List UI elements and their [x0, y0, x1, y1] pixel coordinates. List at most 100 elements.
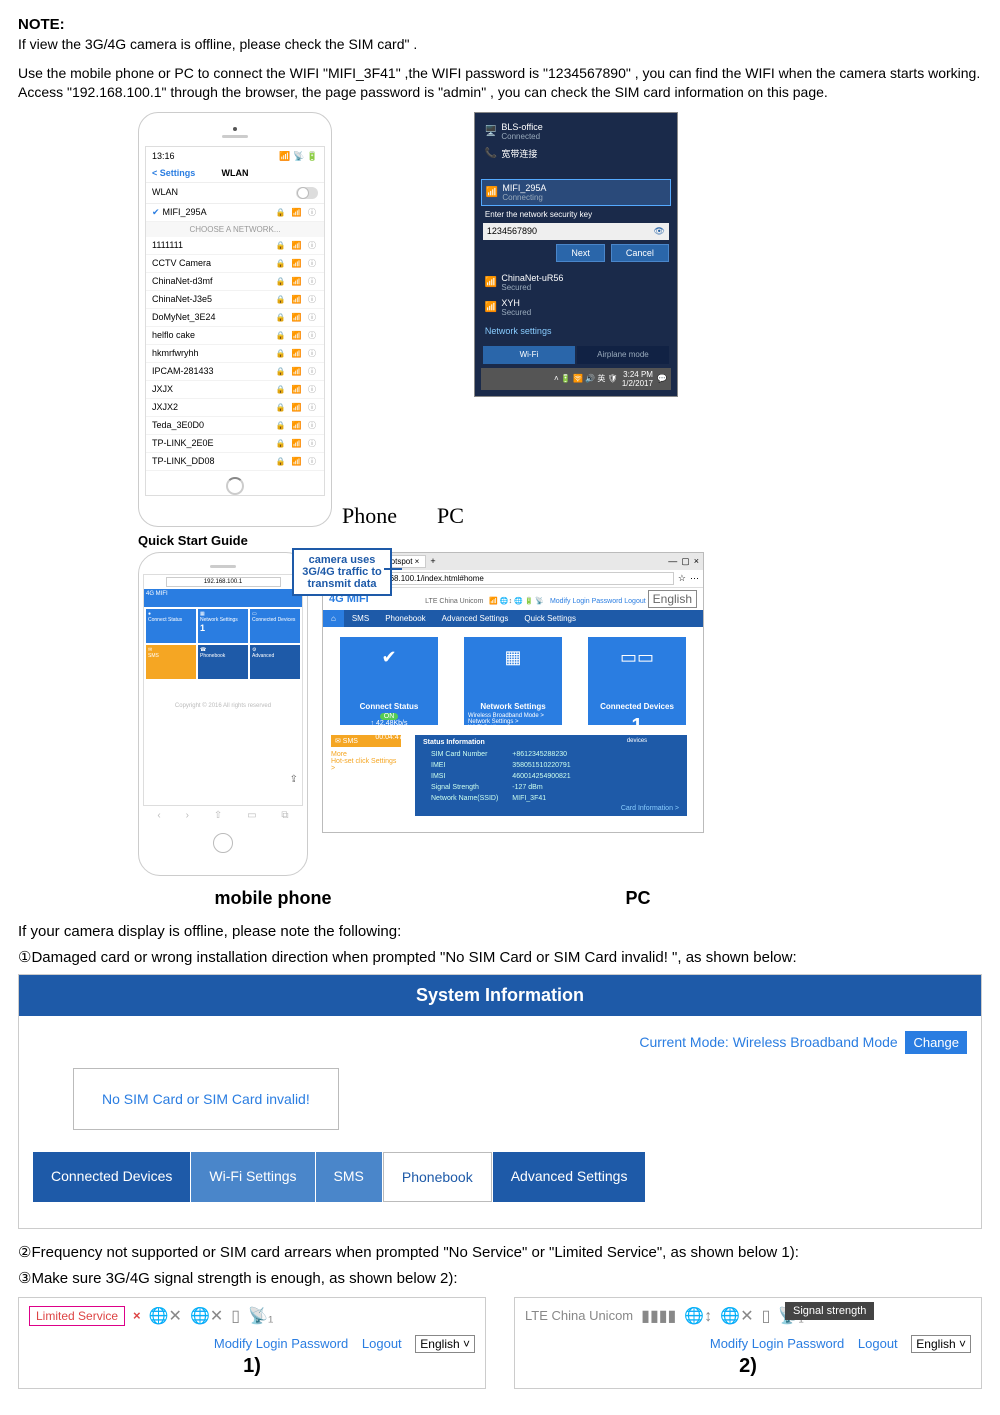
tab-sms[interactable]: SMS	[316, 1152, 382, 1202]
net-chinanet[interactable]: 📶 ChinaNet-uR56Secured	[481, 270, 671, 295]
share-icon[interactable]: ⇪	[290, 774, 298, 785]
url-input[interactable]: 192.168.100.1/index.html#home	[365, 572, 674, 585]
window-max[interactable]: ▢	[681, 556, 690, 567]
tab-quick[interactable]: Quick Settings	[516, 610, 584, 627]
cancel-button[interactable]: Cancel	[611, 244, 669, 262]
tab-home[interactable]: ⌂	[323, 610, 344, 627]
network-row[interactable]: ChinaNet-J3e5🔒 📶 ⓘ	[146, 291, 324, 309]
menu-icon[interactable]: ⋯	[690, 573, 699, 584]
battery-icon: ▯	[231, 1306, 240, 1326]
back-settings-link[interactable]: < Settings	[152, 168, 195, 178]
network-row[interactable]: Teda_3E0D0🔒 📶 ⓘ	[146, 417, 324, 435]
network-row[interactable]: CCTV Camera🔒 📶 ⓘ	[146, 255, 324, 273]
bookmarks-icon[interactable]: ▭	[247, 810, 256, 821]
share-icon[interactable]: ⇧	[214, 810, 222, 821]
tab-connected-devices[interactable]: Connected Devices	[33, 1152, 190, 1202]
bls-name: BLS-office	[501, 122, 542, 132]
tile-connect[interactable]: ●Connect Status	[146, 609, 196, 643]
sim-label: SIM Card Number	[425, 750, 504, 759]
tabs-icon[interactable]: ⧉	[281, 810, 288, 821]
tab-phonebook[interactable]: Phonebook	[383, 1152, 492, 1202]
c2-row-c[interactable]: Wi-Fi Settings >	[468, 725, 558, 731]
network-row[interactable]: 1111111🔒 📶 ⓘ	[146, 237, 324, 255]
network-row[interactable]: TP-LINK_2E0E🔒 📶 ⓘ	[146, 435, 324, 453]
intro-line-1: If view the 3G/4G camera is offline, ple…	[18, 35, 982, 54]
phone-mifi-header: 4G MIFI	[144, 589, 302, 599]
wifi-tile[interactable]: Wi-Fi	[483, 346, 575, 364]
sysinfo-tabs: Connected Devices Wi-Fi Settings SMS Pho…	[33, 1152, 967, 1202]
notifications-icon[interactable]: 💬	[657, 374, 667, 383]
lang-select[interactable]: English	[648, 590, 697, 608]
network-row[interactable]: DoMyNet_3E24🔒 📶 ⓘ	[146, 309, 324, 327]
modify-password-link[interactable]: Modify Login Password	[214, 1336, 348, 1351]
net-mifi[interactable]: 📶 MIFI_295AConnecting	[481, 179, 671, 206]
settings-icon: ▦	[468, 647, 558, 668]
star-icon[interactable]: ☆	[678, 573, 686, 584]
hotset-link[interactable]: Hot-set click Settings >	[331, 758, 401, 772]
airplane-tile[interactable]: Airplane mode	[577, 346, 669, 364]
card-network-settings[interactable]: ▦ Network Settings Wireless Broadband Mo…	[464, 637, 562, 725]
network-settings-link[interactable]: Network settings	[485, 326, 667, 336]
tile-sms[interactable]: ✉SMS	[146, 645, 196, 679]
note-heading: NOTE:	[18, 16, 982, 33]
tab-sms[interactable]: SMS	[344, 610, 377, 627]
bls-sub: Connected	[501, 132, 542, 141]
network-row[interactable]: hkmrfwryhh🔒 📶 ⓘ	[146, 345, 324, 363]
wlan-label: WLAN	[152, 187, 178, 199]
modify-pwd-link[interactable]: Modify Login Password	[550, 598, 622, 605]
lang-select[interactable]: English ˅	[911, 1335, 971, 1353]
card-info-link[interactable]: Card Information >	[423, 805, 679, 812]
logout-link[interactable]: Logout	[362, 1336, 402, 1351]
tile-devices[interactable]: ▭Connected Devices	[250, 609, 300, 643]
back-icon[interactable]: ‹	[157, 810, 160, 821]
more-link[interactable]: More	[331, 751, 401, 758]
reveal-icon[interactable]: 👁	[653, 226, 664, 237]
no-signal-icon: ×	[133, 1308, 141, 1323]
logout-link[interactable]: Logout	[858, 1336, 898, 1351]
window-min[interactable]: —	[668, 556, 677, 566]
card-connect-status[interactable]: ✔ Connect Status ON ↑ 42.48Kb/s ↓ 34.10K…	[340, 637, 438, 725]
network-row[interactable]: TP-LINK_DD08🔒 📶 ⓘ	[146, 453, 324, 471]
tray-icons: ˄ 🔋 🛜 🔊 英 🛡	[554, 373, 618, 384]
tab-advanced-settings[interactable]: Advanced Settings	[493, 1152, 646, 1202]
network-row[interactable]: IPCAM-281433🔒 📶 ⓘ	[146, 363, 324, 381]
connected-name: MIFI_295A	[163, 207, 207, 217]
lang-select[interactable]: English ˅	[415, 1335, 475, 1353]
password-field[interactable]: 1234567890 👁	[483, 223, 669, 240]
phone-url-field[interactable]: 192.168.100.1	[166, 577, 281, 587]
forward-icon[interactable]: ›	[186, 810, 189, 821]
network-row[interactable]: JXJX2🔒 📶 ⓘ	[146, 399, 324, 417]
dial-icon: 📞	[485, 148, 497, 159]
tab-advanced[interactable]: Advanced Settings	[434, 610, 517, 627]
uptime: 00:04:47	[375, 734, 402, 741]
tile-advanced[interactable]: ⚙Advanced	[250, 645, 300, 679]
tab-wifi-settings[interactable]: Wi-Fi Settings	[191, 1152, 314, 1202]
net-bls[interactable]: 🖥️ BLS-officeConnected	[481, 119, 671, 144]
network-row[interactable]: ChinaNet-d3mf🔒 📶 ⓘ	[146, 273, 324, 291]
net-xyh[interactable]: 📶 XYHSecured	[481, 295, 671, 320]
card-connected-devices[interactable]: ▭▭ Connected Devices 1 devices	[588, 637, 686, 725]
tile-phonebook[interactable]: ☎Phonebook	[198, 645, 248, 679]
operator-label: LTE China Unicom	[525, 1308, 633, 1323]
browser-dock: ‹ › ⇧ ▭ ⧉	[143, 806, 303, 825]
network-row[interactable]: helflo cake🔒 📶 ⓘ	[146, 327, 324, 345]
net-broadband[interactable]: 📞 宽带连接	[481, 144, 671, 163]
mobile-phone-label: mobile phone	[118, 888, 428, 909]
connected-network[interactable]: ✔MIFI_295A 🔒 📶 ⓘ	[146, 204, 324, 222]
wlan-toggle[interactable]	[296, 187, 318, 199]
tab-phonebook[interactable]: Phonebook	[377, 610, 433, 627]
tile-network[interactable]: ▦Network Settings1	[198, 609, 248, 643]
window-close[interactable]: ×	[694, 556, 699, 566]
modify-password-link[interactable]: Modify Login Password	[710, 1336, 844, 1351]
step-2: ②Frequency not supported or SIM card arr…	[18, 1243, 982, 1261]
brand-right: LTE China Unicom 📶 🌐↕ 🌐 🔋 📡 Modify Login…	[425, 592, 697, 606]
logout-link[interactable]: Logout	[624, 598, 645, 605]
change-button[interactable]: Change	[905, 1031, 967, 1054]
network-row[interactable]: JXJX🔒 📶 ⓘ	[146, 381, 324, 399]
new-tab[interactable]: +	[430, 556, 435, 566]
on-toggle[interactable]: ON	[380, 713, 399, 720]
pc-network-panel: 🖥️ BLS-officeConnected 📞 宽带连接 📶 MIFI_295…	[474, 112, 678, 397]
globe-off-icon-2: 🌐✕	[190, 1306, 223, 1326]
next-button[interactable]: Next	[556, 244, 605, 262]
wifi-icon: 📶	[485, 277, 497, 288]
